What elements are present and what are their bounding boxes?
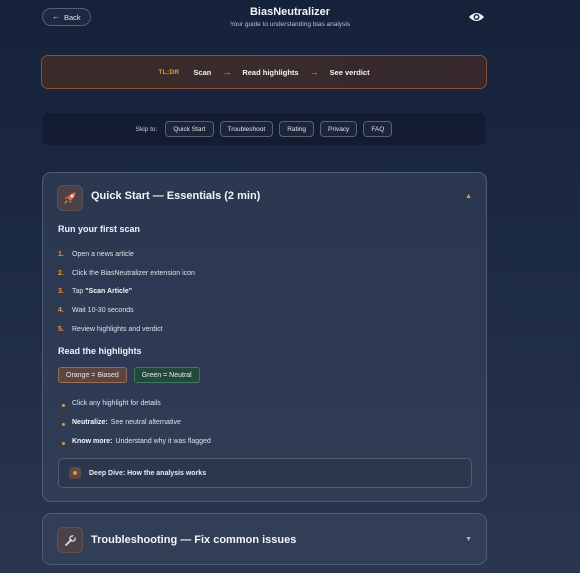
- highlight-tips-list: Click any highlight for details Neutrali…: [62, 394, 211, 451]
- troubleshooting-card: Troubleshooting — Fix common issues ▼: [42, 513, 487, 565]
- troubleshooting-header[interactable]: Troubleshooting — Fix common issues ▼: [43, 514, 486, 564]
- list-item: 5. Review highlights and verdict: [58, 320, 195, 339]
- caret-down-icon: ▼: [465, 536, 472, 543]
- step-number: 5.: [58, 326, 64, 334]
- bullet-icon: [62, 422, 65, 426]
- step-text: Review highlights and verdict: [72, 326, 163, 334]
- eye-toggle-button[interactable]: [466, 9, 486, 25]
- step-number: 1.: [58, 250, 64, 258]
- skip-link-rating[interactable]: Rating: [279, 121, 314, 137]
- tip-label: Neutralize:: [72, 419, 108, 426]
- quick-start-card: Quick Start — Essentials (2 min) ▲ Run y…: [42, 172, 487, 502]
- tip-text: Understand why it was flagged: [115, 438, 211, 445]
- scan-steps-list: 1. Open a news article 2. Click the Bias…: [58, 245, 195, 339]
- header: ← Back BiasNeutralizer Your guide to und…: [0, 0, 580, 46]
- skip-link-faq[interactable]: FAQ: [363, 121, 393, 137]
- list-item: 3. Tap "Scan Article": [58, 283, 195, 302]
- skip-label: Skip to:: [135, 125, 158, 133]
- dot-icon: [69, 467, 81, 479]
- skip-link-quick-start[interactable]: Quick Start: [165, 121, 214, 137]
- bullet-icon: [62, 441, 65, 445]
- list-item: Know more: Understand why it was flagged: [62, 432, 211, 451]
- skip-link-privacy[interactable]: Privacy: [320, 121, 358, 137]
- tip-text: Click any highlight for details: [72, 400, 161, 407]
- tldr-tag: TL;DR: [158, 68, 180, 76]
- skip-to-nav: Skip to: Quick Start Troubleshoot Rating…: [42, 113, 486, 145]
- tip-text: See neutral alternative: [110, 419, 181, 426]
- legend-neutral: Green = Neutral: [133, 367, 200, 383]
- step-number: 2.: [58, 269, 64, 277]
- bullet-icon: [62, 403, 65, 407]
- page-title: BiasNeutralizer: [249, 6, 331, 18]
- step-text: Tap: [72, 288, 86, 296]
- tldr-step-read: Read highlights: [242, 67, 299, 77]
- troubleshooting-title: Troubleshooting — Fix common issues: [91, 534, 297, 546]
- scan-heading: Run your first scan: [58, 224, 141, 234]
- arrow-right-icon: →: [309, 67, 319, 77]
- list-item: 1. Open a news article: [58, 245, 195, 264]
- tldr-banner: TL;DR Scan → Read highlights → See verdi…: [41, 55, 487, 89]
- step-text: Click the BiasNeutralizer extension icon: [72, 269, 195, 277]
- tldr-step-verdict: See verdict: [329, 67, 370, 77]
- arrow-right-icon: →: [222, 67, 232, 77]
- step-number: 4.: [58, 307, 64, 315]
- rocket-icon: [57, 185, 83, 211]
- wrench-icon: [57, 527, 83, 553]
- deep-dive-toggle[interactable]: Deep Dive: How the analysis works: [58, 458, 472, 488]
- step-text: Wait 10-30 seconds: [72, 307, 134, 315]
- tldr-step-scan: Scan: [193, 67, 212, 77]
- skip-link-troubleshoot[interactable]: Troubleshoot: [219, 121, 274, 137]
- legend-biased: Orange = Biased: [58, 367, 127, 383]
- step-text: Open a news article: [72, 250, 134, 258]
- page-subtitle: Your guide to understanding bias analysi…: [229, 21, 351, 28]
- highlights-heading: Read the highlights: [58, 346, 142, 356]
- list-item: Neutralize: See neutral alternative: [62, 413, 211, 432]
- list-item: 2. Click the BiasNeutralizer extension i…: [58, 264, 195, 283]
- tip-label: Know more:: [72, 438, 113, 445]
- eye-icon: [468, 13, 484, 21]
- step-emphasis: "Scan Article": [85, 288, 133, 296]
- step-number: 3.: [58, 288, 64, 296]
- quick-start-title: Quick Start — Essentials (2 min): [91, 190, 261, 202]
- list-item: Click any highlight for details: [62, 394, 211, 413]
- deep-dive-label: Deep Dive: How the analysis works: [89, 469, 207, 477]
- caret-up-icon: ▲: [465, 193, 472, 200]
- quick-start-header[interactable]: Quick Start — Essentials (2 min) ▲: [43, 173, 486, 223]
- list-item: 4. Wait 10-30 seconds: [58, 301, 195, 320]
- highlight-legend: Orange = Biased Green = Neutral: [58, 367, 200, 383]
